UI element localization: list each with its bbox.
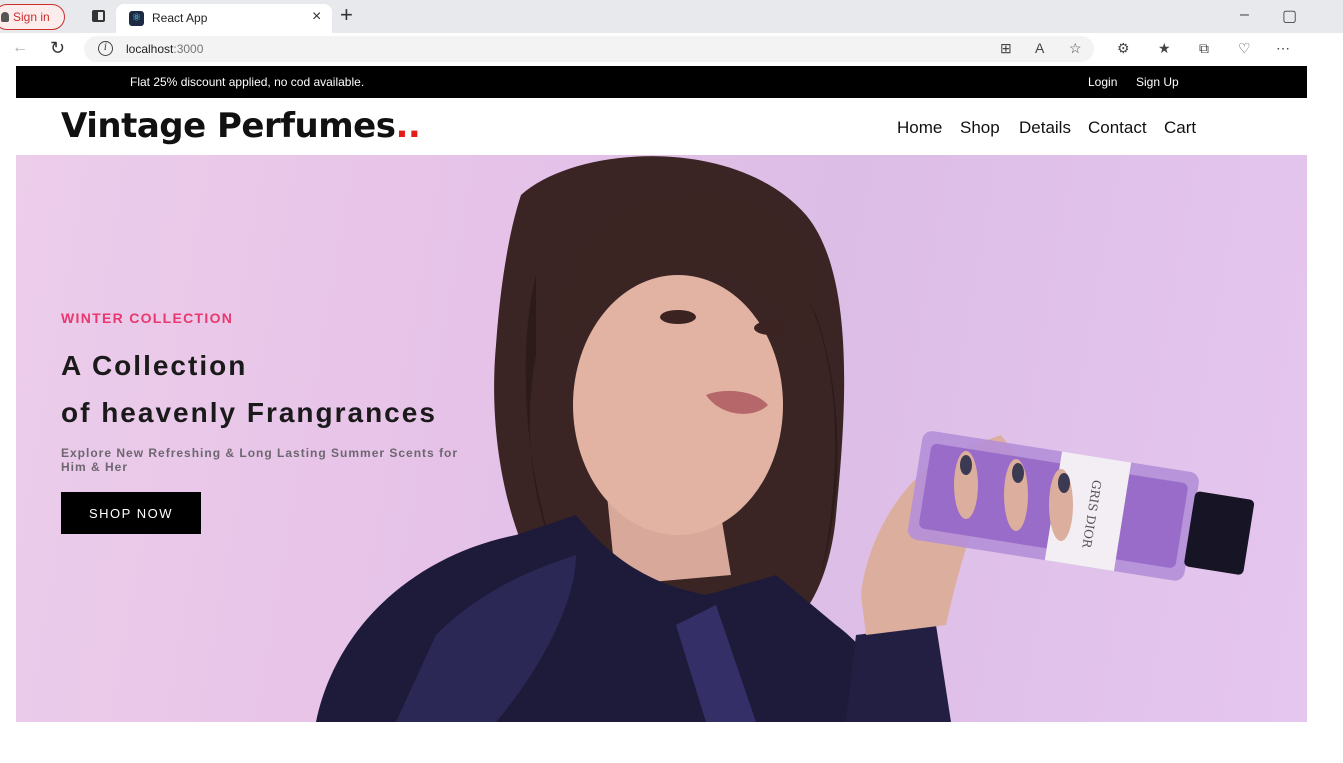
favorites-list-icon[interactable]: ★ (1158, 40, 1171, 57)
hero-subtitle: WINTER COLLECTION (61, 310, 234, 326)
web-page: Flat 25% discount applied, no cod availa… (16, 66, 1307, 722)
read-aloud-icon[interactable]: A (1035, 40, 1044, 56)
hero-headline-line2: of heavenly Frangrances (61, 397, 437, 428)
new-tab-icon[interactable]: + (340, 2, 353, 28)
promo-text: Flat 25% discount applied, no cod availa… (130, 75, 365, 89)
site-info-icon[interactable]: i (98, 41, 113, 56)
more-menu-icon[interactable]: ⋯ (1276, 40, 1290, 57)
nav-home[interactable]: Home (897, 118, 942, 138)
browser-tab[interactable]: ⚛ React App × (116, 4, 332, 33)
hero-model-image: GRIS DIOR (316, 156, 1255, 722)
profile-signin-button[interactable]: Sign in (0, 4, 65, 30)
site-header: Vintage Perfumes.. Home Shop Details Con… (16, 98, 1307, 155)
login-link[interactable]: Login (1088, 75, 1117, 89)
nav-contact[interactable]: Contact (1088, 118, 1147, 138)
tab-close-icon[interactable]: × (312, 8, 321, 26)
favorite-star-icon[interactable]: ☆ (1069, 40, 1082, 57)
react-favicon-icon: ⚛ (129, 11, 144, 26)
browser-address-bar: ← ↻ i localhost:3000 ⊞ A ☆ ⚙ ★ ⧉ ♡ ⋯ (0, 33, 1343, 65)
browser-essentials-icon[interactable]: ♡ (1238, 40, 1251, 57)
tab-actions-icon[interactable] (92, 10, 105, 22)
browser-tab-bar: Sign in ⚛ React App × + – ▢ (0, 0, 1343, 33)
nav-details[interactable]: Details (1019, 118, 1071, 138)
nav-cart[interactable]: Cart (1164, 118, 1196, 138)
url-field[interactable]: i localhost:3000 (84, 36, 1094, 62)
site-logo[interactable]: Vintage Perfumes.. (61, 106, 421, 146)
reader-view-icon[interactable]: ⊞ (1000, 40, 1012, 57)
url-text: localhost:3000 (126, 42, 204, 56)
refresh-icon[interactable]: ↻ (50, 38, 65, 59)
extensions-icon[interactable]: ⚙ (1117, 40, 1130, 57)
restore-icon[interactable]: ▢ (1282, 6, 1297, 26)
collections-icon[interactable]: ⧉ (1199, 40, 1209, 57)
signin-label: Sign in (13, 10, 50, 24)
nav-shop[interactable]: Shop (960, 118, 1000, 138)
person-icon (1, 12, 9, 22)
back-icon[interactable]: ← (12, 39, 28, 57)
hero-banner: GRIS DIOR WINTER COLLECTION A Collection… (16, 155, 1307, 722)
shop-now-button[interactable]: SHOP NOW (61, 492, 201, 534)
hero-description: Explore New Refreshing & Long Lasting Su… (61, 446, 459, 474)
hero-headline-line1: A Collection (61, 350, 248, 381)
minimize-icon[interactable]: – (1240, 6, 1249, 24)
signup-link[interactable]: Sign Up (1136, 75, 1179, 89)
promo-bar: Flat 25% discount applied, no cod availa… (16, 66, 1307, 98)
tab-title: React App (152, 11, 208, 25)
